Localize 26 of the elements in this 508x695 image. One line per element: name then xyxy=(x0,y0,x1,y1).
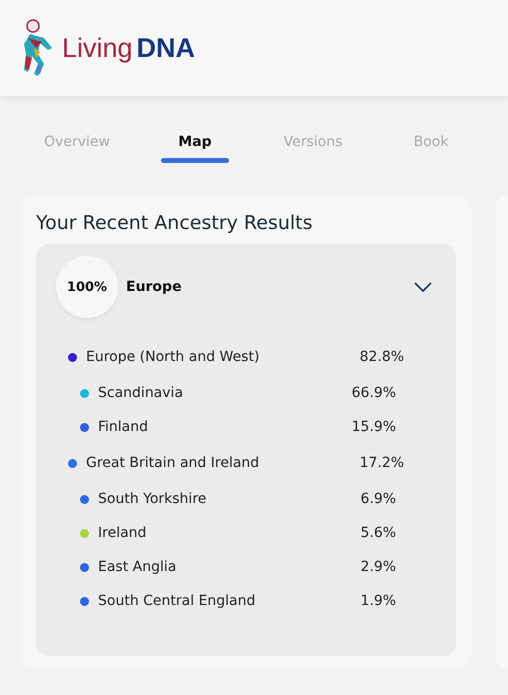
region-percent: 6.9% xyxy=(360,491,396,507)
region-percent: 1.9% xyxy=(360,593,396,609)
chevron-icon[interactable] xyxy=(414,282,432,292)
logo-text: DNA xyxy=(136,32,196,64)
region-percent: 17.2% xyxy=(360,455,404,471)
tab[interactable]: Book xyxy=(372,134,490,150)
region-percent: 66.9% xyxy=(352,385,396,401)
region-name: South Central England xyxy=(98,593,256,609)
region-name: Ireland xyxy=(98,525,148,541)
region-name: Europe (North and West) xyxy=(86,349,260,365)
tab[interactable]: Versions xyxy=(254,134,372,150)
tab[interactable]: Map xyxy=(136,134,254,163)
percent-circle: 100% xyxy=(56,256,118,318)
region-name: Scandinavia xyxy=(98,385,184,401)
logo-text: Living xyxy=(62,32,133,64)
region-percent: 5.6% xyxy=(360,525,396,541)
region-percent: 15.9% xyxy=(352,419,396,435)
tab[interactable]: Overview xyxy=(18,134,136,150)
region-percent: 2.9% xyxy=(360,559,396,575)
group-name: Europe xyxy=(126,279,183,295)
region-percent: 82.8% xyxy=(360,349,404,365)
region-name: South Yorkshire xyxy=(98,491,208,507)
card-title: Your Recent Ancestry Results xyxy=(36,212,314,234)
region-name: Great Britain and Ireland xyxy=(86,455,260,471)
region-name: Finland xyxy=(98,419,150,435)
region-name: East Anglia xyxy=(98,559,178,575)
